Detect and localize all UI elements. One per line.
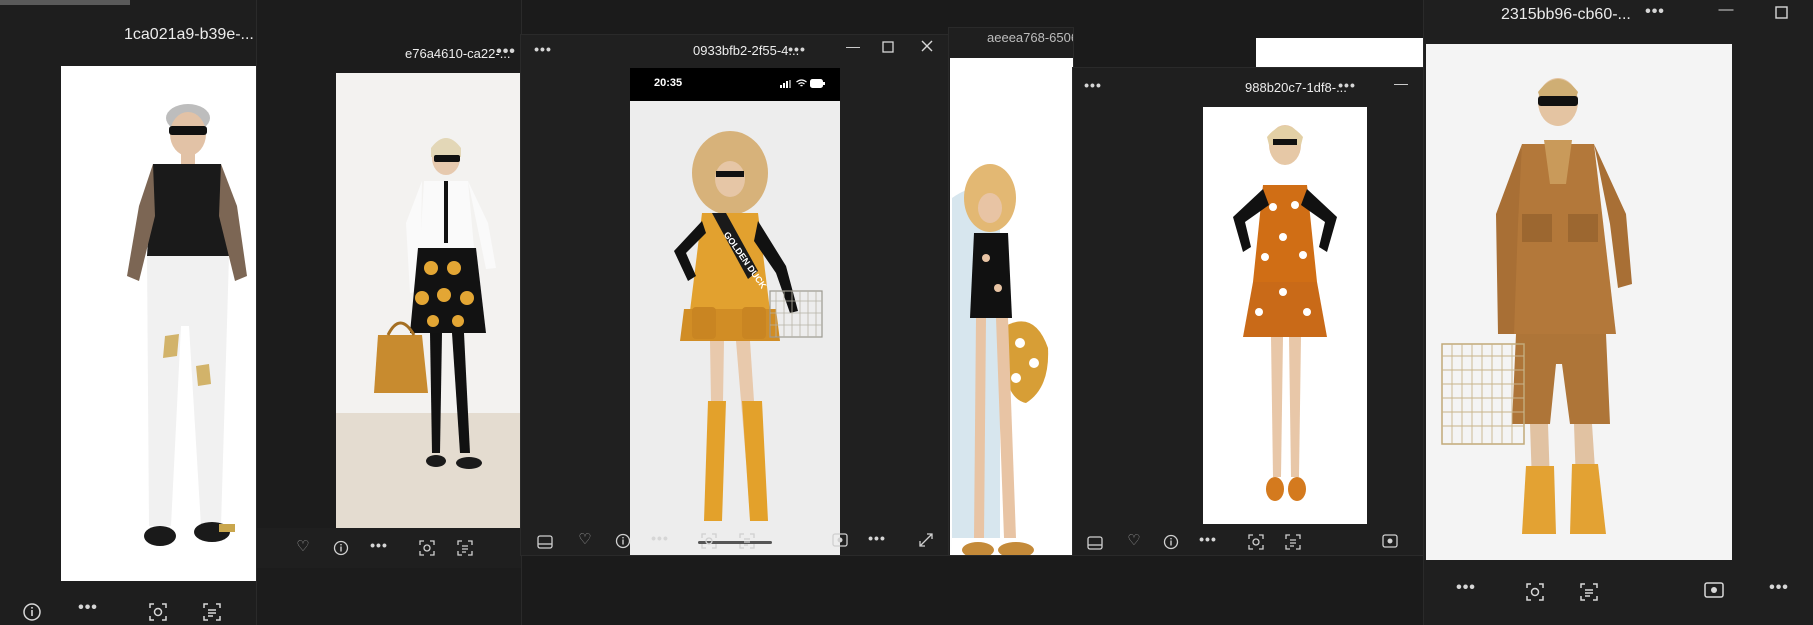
- background-window-edge: [1256, 38, 1424, 68]
- more-icon[interactable]: •••: [1453, 580, 1479, 596]
- info-icon[interactable]: [333, 540, 349, 556]
- maximize-icon[interactable]: [1775, 6, 1789, 20]
- filmstrip-icon[interactable]: [537, 535, 553, 551]
- photo-woman-black-swimsuit: [950, 58, 1073, 555]
- heart-icon[interactable]: ♡: [577, 532, 593, 547]
- more-icon[interactable]: •••: [1766, 580, 1792, 596]
- window-title: aeeea768-6506-4...: [987, 30, 1073, 45]
- viewer-window-6: 2315bb96-cb60-... ••• — ••• •••: [1424, 0, 1813, 625]
- text-scan-icon[interactable]: [202, 602, 222, 622]
- window-title: 988b20c7-1df8-...: [1245, 80, 1347, 95]
- viewer-window-2: e76a4610-ca22-... ••• ♡ •••: [257, 0, 521, 625]
- photo-woman-yellow-skirt: [336, 73, 521, 528]
- heart-icon[interactable]: ♡: [295, 539, 311, 554]
- slideshow-icon[interactable]: [832, 533, 848, 549]
- viewer-window-1: 1ca021a9-b39e-... •••: [0, 0, 257, 625]
- more-icon[interactable]: •••: [1198, 532, 1218, 546]
- viewer-window-3: ••• 0933bfb2-2f55-4... ••• — 20:35 GOLDE…: [521, 35, 949, 555]
- filmstrip-icon[interactable]: [1087, 536, 1103, 552]
- window-title: e76a4610-ca22-...: [405, 46, 511, 61]
- more-icon[interactable]: •••: [1083, 78, 1103, 92]
- more-icon[interactable]: •••: [650, 531, 670, 545]
- info-icon[interactable]: [22, 602, 42, 622]
- visual-search-icon[interactable]: [1248, 534, 1264, 550]
- battery-icon: [810, 79, 826, 88]
- more-icon[interactable]: •••: [533, 42, 553, 56]
- info-icon[interactable]: [615, 533, 631, 549]
- slideshow-icon[interactable]: [1382, 534, 1398, 550]
- window-title: 0933bfb2-2f55-4...: [693, 43, 800, 58]
- slideshow-icon[interactable]: [1704, 582, 1724, 602]
- more-icon[interactable]: •••: [1337, 78, 1357, 92]
- signal-icon: [780, 80, 792, 88]
- text-scan-icon[interactable]: [1285, 534, 1301, 550]
- viewer-window-4: aeeea768-6506-4...: [949, 28, 1073, 555]
- text-scan-icon[interactable]: [457, 540, 473, 556]
- maximize-icon[interactable]: [882, 41, 896, 55]
- minimize-icon[interactable]: —: [1716, 2, 1736, 17]
- close-icon[interactable]: [921, 40, 935, 54]
- minimize-icon[interactable]: —: [843, 39, 863, 53]
- more-icon[interactable]: •••: [496, 44, 516, 60]
- text-scan-icon[interactable]: [1579, 582, 1599, 602]
- photo-man-vest: [61, 66, 257, 581]
- heart-icon[interactable]: ♡: [1126, 533, 1142, 548]
- visual-search-icon[interactable]: [419, 540, 435, 556]
- window-title: 1ca021a9-b39e-...: [124, 26, 254, 43]
- visual-search-icon[interactable]: [701, 533, 717, 549]
- photo-man-caramel-suit: [1426, 44, 1732, 560]
- phone-time: 20:35: [654, 77, 683, 89]
- minimize-icon[interactable]: —: [1391, 76, 1411, 90]
- text-scan-icon[interactable]: [739, 533, 755, 549]
- more-icon[interactable]: •••: [787, 42, 807, 56]
- phone-screenshot: 20:35 GOLDEN DUCK: [630, 68, 840, 555]
- phone-status-bar: 20:35: [630, 68, 840, 101]
- info-icon[interactable]: [1163, 534, 1179, 550]
- visual-search-icon[interactable]: [148, 602, 168, 622]
- visual-search-icon[interactable]: [1525, 582, 1545, 602]
- more-icon[interactable]: •••: [1642, 4, 1668, 20]
- photo-woman-orange-dress: [1203, 107, 1367, 524]
- fullscreen-icon[interactable]: [919, 533, 935, 549]
- wifi-icon: [796, 79, 807, 88]
- more-icon[interactable]: •••: [867, 531, 887, 545]
- more-icon[interactable]: •••: [75, 600, 101, 616]
- more-icon[interactable]: •••: [369, 538, 389, 552]
- window-title: 2315bb96-cb60-...: [1501, 6, 1631, 23]
- viewer-window-5: ••• 988b20c7-1df8-... ••• — ♡ •••: [1073, 68, 1424, 555]
